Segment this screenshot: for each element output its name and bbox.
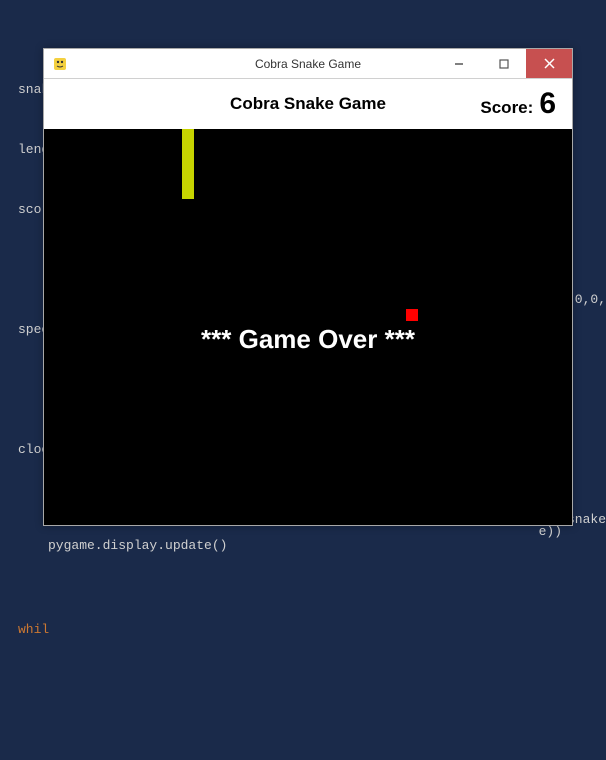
food-square [406, 309, 418, 321]
close-icon [544, 58, 555, 69]
game-playfield[interactable]: *** Game Over *** [44, 129, 572, 525]
code-keyword: whil [18, 620, 606, 640]
code-line [18, 560, 606, 580]
game-header: Cobra Snake Game Score: 6 [44, 79, 572, 129]
code-line: pygame.display.update() [48, 536, 227, 556]
close-button[interactable] [526, 49, 572, 78]
game-over-text: *** Game Over *** [44, 324, 572, 355]
score-label: Score: [480, 98, 533, 118]
minimize-button[interactable] [436, 49, 481, 78]
app-icon [52, 56, 68, 72]
maximize-icon [499, 59, 509, 69]
score-display: Score: 6 [480, 87, 556, 121]
score-value: 6 [539, 87, 556, 121]
window-titlebar[interactable]: Cobra Snake Game [44, 49, 572, 79]
maximize-button[interactable] [481, 49, 526, 78]
minimize-icon [454, 59, 464, 69]
game-window: Cobra Snake Game Cobra Snake Game Score:… [43, 48, 573, 526]
snake-body [182, 129, 194, 199]
window-controls [436, 49, 572, 78]
